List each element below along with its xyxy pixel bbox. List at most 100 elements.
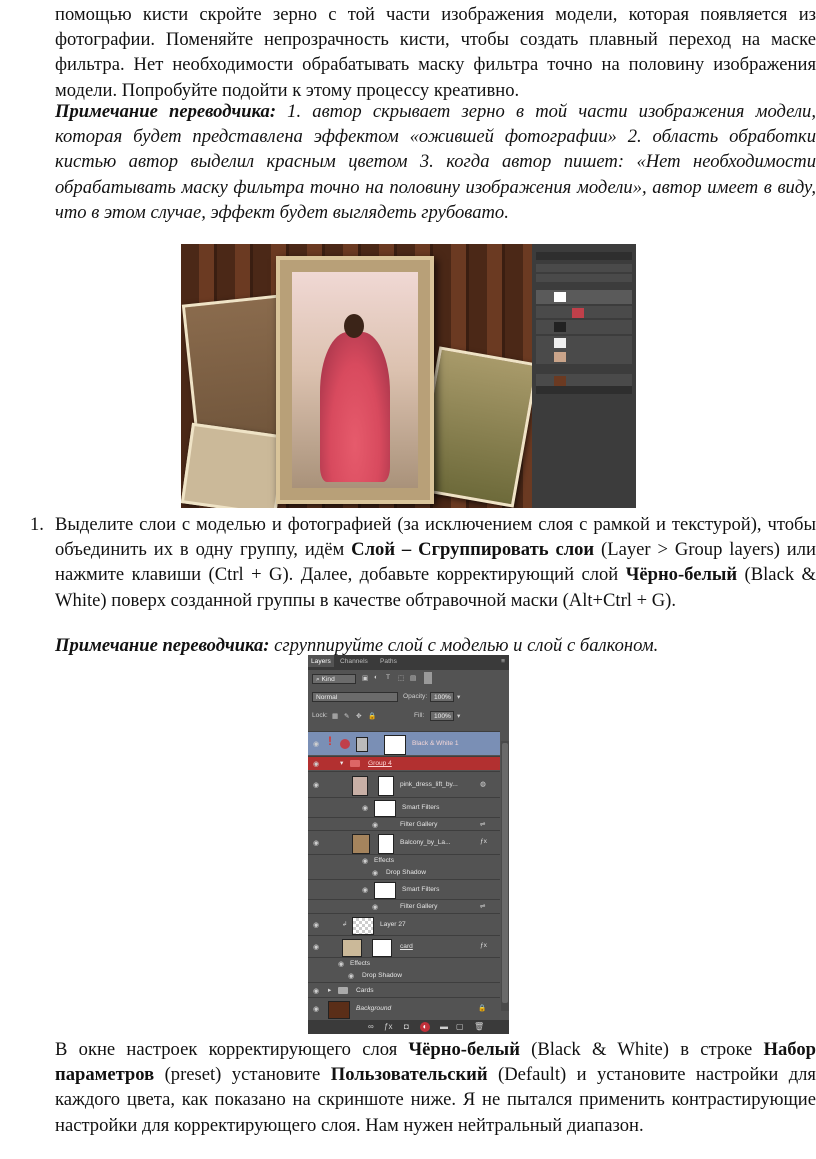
- mask-thumbnail: [384, 735, 406, 755]
- filter-mask-thumbnail: [374, 882, 396, 899]
- eye-icon[interactable]: ◉: [362, 857, 368, 865]
- pink-dress-model: [320, 332, 390, 482]
- final-paragraph: В окне настроек корректирующего слоя Чёр…: [55, 1037, 816, 1138]
- add-mask-icon[interactable]: ◘: [404, 1022, 409, 1031]
- panel-tabs: Layers Channels Paths ≡: [308, 655, 509, 670]
- layer-card[interactable]: ◉ card ƒx: [308, 935, 500, 957]
- eye-icon[interactable]: ◉: [313, 943, 319, 951]
- expand-arrow-icon[interactable]: ▸: [328, 986, 331, 994]
- tab-channels[interactable]: Channels: [340, 658, 368, 665]
- filter-shape-icon[interactable]: ⬚: [398, 674, 404, 682]
- eye-icon[interactable]: ◉: [372, 821, 378, 829]
- layer-group-4[interactable]: ◉ ▾ Group 4: [308, 756, 500, 770]
- custom-label-bold: Пользовательский: [330, 1064, 488, 1086]
- chevron-down-icon[interactable]: ▾: [457, 693, 460, 701]
- eye-icon[interactable]: ◉: [372, 869, 378, 877]
- layer-black-white[interactable]: ◉ ! Black & White 1: [308, 731, 500, 755]
- layer-name[interactable]: Cards: [356, 987, 374, 994]
- mask-thumbnail: [378, 834, 394, 854]
- layer-drop-shadow-2[interactable]: ◉ Drop Shadow: [308, 969, 500, 982]
- adjustment-layer-icon[interactable]: ◐: [420, 1022, 430, 1032]
- layer-effects-2[interactable]: ◉ Effects: [308, 957, 500, 969]
- lock-pixels-icon[interactable]: ▦: [332, 712, 338, 720]
- blend-mode-value: Normal: [316, 694, 338, 701]
- expand-arrow-icon[interactable]: ▾: [340, 759, 343, 767]
- kind-filter[interactable]: ⌕ Kind: [312, 674, 356, 684]
- layer-name[interactable]: pink_dress_lift_by...: [400, 781, 458, 788]
- chevron-down-icon[interactable]: ▾: [457, 712, 460, 720]
- adjustment-icon: [340, 739, 350, 749]
- layer-name[interactable]: Effects: [374, 857, 394, 864]
- search-icon: ⌕: [316, 676, 320, 683]
- filter-pixel-icon[interactable]: ▣: [362, 674, 368, 682]
- layer-balcony[interactable]: ◉ Balcony_by_La... ƒx: [308, 830, 500, 854]
- layer-name[interactable]: Background: [356, 1005, 391, 1012]
- layer-smart-filters-2[interactable]: ◉ Smart Filters: [308, 879, 500, 899]
- layer-pink-dress[interactable]: ◉ pink_dress_lift_by... ◍: [308, 771, 500, 797]
- model-head: [344, 314, 364, 338]
- layer-name[interactable]: Smart Filters: [402, 804, 439, 811]
- layer-name[interactable]: Black & White 1: [412, 740, 459, 747]
- eye-icon[interactable]: ◉: [362, 804, 368, 812]
- eye-icon[interactable]: ◉: [313, 921, 319, 929]
- new-layer-icon[interactable]: ▢: [456, 1022, 464, 1031]
- scrollbar-thumb[interactable]: [502, 743, 508, 1003]
- lock-move-icon[interactable]: ✥: [356, 712, 362, 720]
- layer-effects[interactable]: ◉ Effects: [308, 854, 500, 866]
- note-label: Примечание переводчика:: [55, 635, 270, 656]
- blend-mode-select[interactable]: Normal: [312, 692, 398, 702]
- eye-icon[interactable]: ◉: [313, 760, 319, 768]
- link-icon[interactable]: ∞: [368, 1022, 374, 1031]
- filter-smart-icon[interactable]: ▤: [410, 674, 416, 682]
- eye-icon[interactable]: ◉: [313, 781, 319, 789]
- layer-filter-gallery-2[interactable]: ◉ Filter Gallery ⇌: [308, 899, 500, 913]
- layer-name[interactable]: Effects: [350, 960, 370, 967]
- layer-name[interactable]: Drop Shadow: [362, 972, 402, 979]
- filter-adjustment-icon[interactable]: ◐: [374, 674, 378, 681]
- fx-icon[interactable]: ƒx: [384, 1022, 392, 1031]
- layer-background[interactable]: ◉ Background 🔒: [308, 997, 500, 1019]
- eye-icon[interactable]: ◉: [362, 886, 368, 894]
- lock-label: Lock:: [312, 712, 328, 719]
- note-text: сгруппируйте слой с моделью и слой с бал…: [269, 635, 659, 656]
- layer-drop-shadow[interactable]: ◉ Drop Shadow: [308, 866, 500, 879]
- eye-icon[interactable]: ◉: [372, 903, 378, 911]
- layer-thumbnail: [328, 1001, 350, 1019]
- layer-cards-group[interactable]: ◉ ▸ Cards: [308, 982, 500, 997]
- layer-name[interactable]: Filter Gallery: [400, 821, 437, 828]
- layer-name[interactable]: Group 4: [368, 760, 392, 767]
- mini-tabs: [536, 252, 632, 260]
- layer-name[interactable]: Balcony_by_La...: [400, 839, 451, 846]
- panel-menu-icon[interactable]: ≡: [501, 658, 505, 665]
- filter-options-icon[interactable]: ⇌: [480, 820, 486, 828]
- tab-paths[interactable]: Paths: [380, 658, 397, 665]
- layer-smart-filters[interactable]: ◉ Smart Filters: [308, 797, 500, 817]
- layer-name[interactable]: Filter Gallery: [400, 903, 437, 910]
- eye-icon[interactable]: ◉: [313, 740, 319, 748]
- filter-options-icon[interactable]: ⇌: [480, 902, 486, 910]
- intro-paragraph: помощью кисти скройте зерно с той части …: [55, 2, 816, 103]
- opacity-value: 100%: [434, 694, 451, 701]
- fill-field[interactable]: 100%: [430, 711, 454, 721]
- layer-name[interactable]: Drop Shadow: [386, 869, 426, 876]
- eye-icon[interactable]: ◉: [338, 960, 344, 968]
- layer-filter-gallery[interactable]: ◉ Filter Gallery ⇌: [308, 817, 500, 830]
- opacity-field[interactable]: 100%: [430, 692, 454, 702]
- mini-mode: [536, 274, 632, 282]
- eye-icon[interactable]: ◉: [348, 972, 354, 980]
- new-group-icon[interactable]: ▬: [440, 1022, 448, 1031]
- filter-toggle-icon[interactable]: [424, 672, 432, 684]
- layer-name[interactable]: card: [400, 943, 413, 950]
- layer-name[interactable]: Smart Filters: [402, 886, 439, 893]
- lock-all-icon[interactable]: 🔒: [368, 712, 376, 720]
- layers-scrollbar[interactable]: [501, 741, 509, 1011]
- lock-paint-icon[interactable]: ✎: [344, 712, 350, 720]
- layer-name[interactable]: Layer 27: [380, 921, 406, 928]
- layer-27[interactable]: ◉ ↲ Layer 27: [308, 913, 500, 935]
- eye-icon[interactable]: ◉: [313, 987, 319, 995]
- filter-type-icon[interactable]: T: [386, 674, 390, 681]
- trash-icon[interactable]: 🗑: [474, 1022, 484, 1031]
- eye-icon[interactable]: ◉: [313, 839, 319, 847]
- eye-icon[interactable]: ◉: [313, 1005, 319, 1013]
- tab-layers[interactable]: Layers: [308, 655, 334, 667]
